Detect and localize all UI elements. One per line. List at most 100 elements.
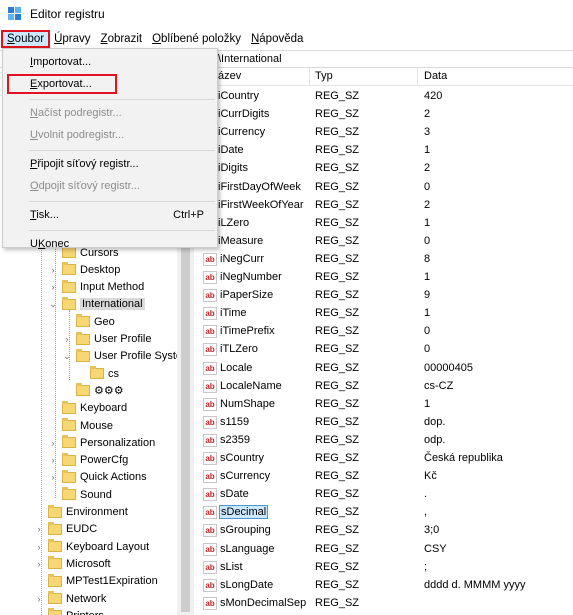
value-row[interactable]: ab iTimePrefix REG_SZ 0 — [195, 323, 573, 341]
tree-item[interactable]: Keyboard — [48, 400, 127, 417]
chevron-right-icon[interactable]: › — [48, 438, 58, 448]
values-list[interactable]: ázev Typ Data iCountry REG_SZ 420 iCurrDigi… — [195, 68, 573, 615]
tree-item[interactable]: › User Profile — [62, 331, 151, 348]
chevron-right-icon[interactable]: › — [62, 334, 72, 344]
menu-item[interactable]: UKonec — [4, 234, 216, 254]
value-row[interactable]: ab sMonDecimalSep REG_SZ — [195, 595, 573, 613]
value-row[interactable]: ab iNegCurr REG_SZ 8 — [195, 251, 573, 269]
value-row[interactable]: iCountry REG_SZ 420 — [195, 88, 573, 106]
string-value-icon: ab — [203, 343, 217, 357]
value-row[interactable]: ab Locale REG_SZ 00000405 — [195, 360, 573, 378]
column-divider[interactable] — [417, 68, 418, 86]
value-row[interactable]: iDigits REG_SZ 2 — [195, 160, 573, 178]
tree-item[interactable]: Sound — [48, 486, 112, 503]
value-row[interactable]: iDate REG_SZ 1 — [195, 142, 573, 160]
value-row[interactable]: ab iTLZero REG_SZ 0 — [195, 341, 573, 359]
value-name: sMonDecimalSep — [220, 597, 306, 609]
tree-item[interactable]: › Keyboard Layout — [34, 538, 149, 555]
chevron-right-icon[interactable]: › — [34, 542, 44, 552]
column-type-header[interactable]: Typ — [315, 70, 333, 82]
tree-item[interactable]: › Network — [34, 590, 106, 607]
value-type: REG_SZ — [315, 542, 360, 555]
chevron-right-icon[interactable]: › — [34, 594, 44, 604]
value-name-text: NumShape — [220, 397, 276, 410]
value-name: iMeasure — [218, 235, 263, 247]
value-row[interactable]: ab iTime REG_SZ 1 — [195, 305, 573, 323]
menu-item[interactable]: Importovat... — [4, 52, 216, 72]
value-row[interactable]: ab sGrouping REG_SZ 3;0 — [195, 522, 573, 540]
menu-item: Odpojit síťový registr... — [4, 176, 216, 196]
value-row[interactable]: ab s2359 REG_SZ odp. — [195, 432, 573, 450]
tree-item[interactable]: Environment — [34, 504, 128, 521]
window-title: Editor registru — [30, 7, 105, 21]
chevron-right-icon[interactable]: › — [48, 455, 58, 465]
tree-item[interactable]: ⌄ User Profile Syste — [62, 348, 182, 365]
value-row[interactable]: ab sLongDate REG_SZ dddd d. MMMM yyyy — [195, 577, 573, 595]
tree-item[interactable]: MPTest1Expiration — [34, 573, 158, 590]
menu-item[interactable]: Exportovat... — [7, 74, 117, 94]
value-name: s2359 — [220, 434, 250, 446]
chevron-down-icon[interactable]: ⌄ — [48, 299, 58, 310]
value-row[interactable]: ab sLanguage REG_SZ CSY — [195, 541, 573, 559]
tree-item[interactable]: ⌄ International — [48, 296, 145, 313]
value-row[interactable]: iFirstDayOfWeek REG_SZ 0 — [195, 179, 573, 197]
value-row[interactable]: iCurrDigits REG_SZ 2 — [195, 106, 573, 124]
folder-icon — [76, 383, 90, 397]
value-row[interactable]: ab sCountry REG_SZ Česká republika — [195, 450, 573, 468]
tree-scrollbar-thumb[interactable] — [181, 244, 190, 612]
value-row[interactable]: ab LocaleName REG_SZ cs-CZ — [195, 378, 573, 396]
menu-upravy[interactable]: Úpravy — [50, 32, 94, 46]
menu-soubor[interactable]: Soubor — [0, 30, 51, 48]
chevron-right-icon[interactable]: › — [48, 282, 58, 292]
chevron-down-icon[interactable]: ⌄ — [62, 351, 72, 362]
folder-icon — [62, 296, 76, 310]
value-type: REG_SZ — [315, 397, 360, 410]
menu-bar: Soubor Úpravy Zobrazit Oblíbené položky Nápo… — [0, 30, 573, 48]
value-row[interactable]: iCurrency REG_SZ 3 — [195, 124, 573, 142]
tree-item[interactable]: › Input Method — [48, 279, 144, 296]
column-name-header[interactable]: ázev — [218, 70, 241, 82]
value-row[interactable]: ab iNegNumber REG_SZ 1 — [195, 269, 573, 287]
tree-item[interactable]: › Desktop — [48, 261, 120, 278]
menu-item[interactable]: Připojit síťový registr... — [4, 154, 216, 174]
menu-accelerator: O — [152, 33, 162, 45]
value-row[interactable]: ab sList REG_SZ; — [195, 559, 573, 577]
value-name-text: iNegNumber — [220, 271, 282, 283]
tree-item[interactable]: › Microsoft — [34, 555, 111, 572]
tree-item[interactable]: ⚙⚙⚙ — [62, 382, 124, 399]
value-name: sList — [220, 561, 243, 573]
tree-item[interactable]: › Personalization — [48, 434, 155, 451]
menu-item: Načíst podregistr... — [4, 103, 216, 123]
chevron-right-icon[interactable]: › — [48, 472, 58, 482]
value-row[interactable]: ab sCurrency REG_SZ Kč — [195, 468, 573, 486]
value-row[interactable]: ab s1159 REG_SZ dop. — [195, 414, 573, 432]
tree-item[interactable]: cs — [76, 365, 119, 382]
column-divider[interactable] — [309, 68, 310, 86]
tree-item[interactable]: › Printers — [34, 607, 104, 615]
value-row[interactable]: iLZero REG_SZ 1 — [195, 215, 573, 233]
tree-item[interactable]: Mouse — [48, 417, 113, 434]
value-name-text: iMeasure — [218, 234, 264, 247]
menu-accelerator: Z — [100, 33, 108, 45]
value-row[interactable]: iMeasure REG_SZ 0 — [195, 233, 573, 251]
column-data-header[interactable]: Data — [424, 70, 447, 82]
chevron-right-icon[interactable]: › — [34, 611, 44, 615]
tree-item[interactable]: › PowerCfg — [48, 452, 128, 469]
chevron-right-icon[interactable]: › — [34, 559, 44, 569]
chevron-right-icon[interactable]: › — [34, 524, 44, 534]
value-row[interactable]: ab NumShape REG_SZ 1 — [195, 396, 573, 414]
menu-napoveda[interactable]: Nápověda — [247, 32, 307, 46]
chevron-right-icon[interactable]: › — [48, 265, 58, 275]
menu-zobrazit[interactable]: Zobrazit — [97, 32, 147, 46]
menu-oblibene[interactable]: Oblíbené položky — [148, 32, 245, 46]
value-row[interactable]: ab sDecimal REG_SZ, — [195, 504, 573, 522]
value-row[interactable]: ab iPaperSize REG_SZ 9 — [195, 287, 573, 305]
tree-item[interactable]: › Quick Actions — [48, 469, 147, 486]
menu-item[interactable]: Tisk... Ctrl+P — [4, 205, 216, 225]
tree-item-label: Personalization — [80, 436, 156, 449]
value-name: iFirstDayOfWeek — [218, 181, 301, 193]
value-row[interactable]: iFirstWeekOfYear REG_SZ 2 — [195, 197, 573, 215]
value-row[interactable]: ab sDate REG_SZ. — [195, 486, 573, 504]
tree-item-label: Environment — [66, 506, 128, 518]
tree-item[interactable]: › EUDC — [34, 521, 97, 538]
